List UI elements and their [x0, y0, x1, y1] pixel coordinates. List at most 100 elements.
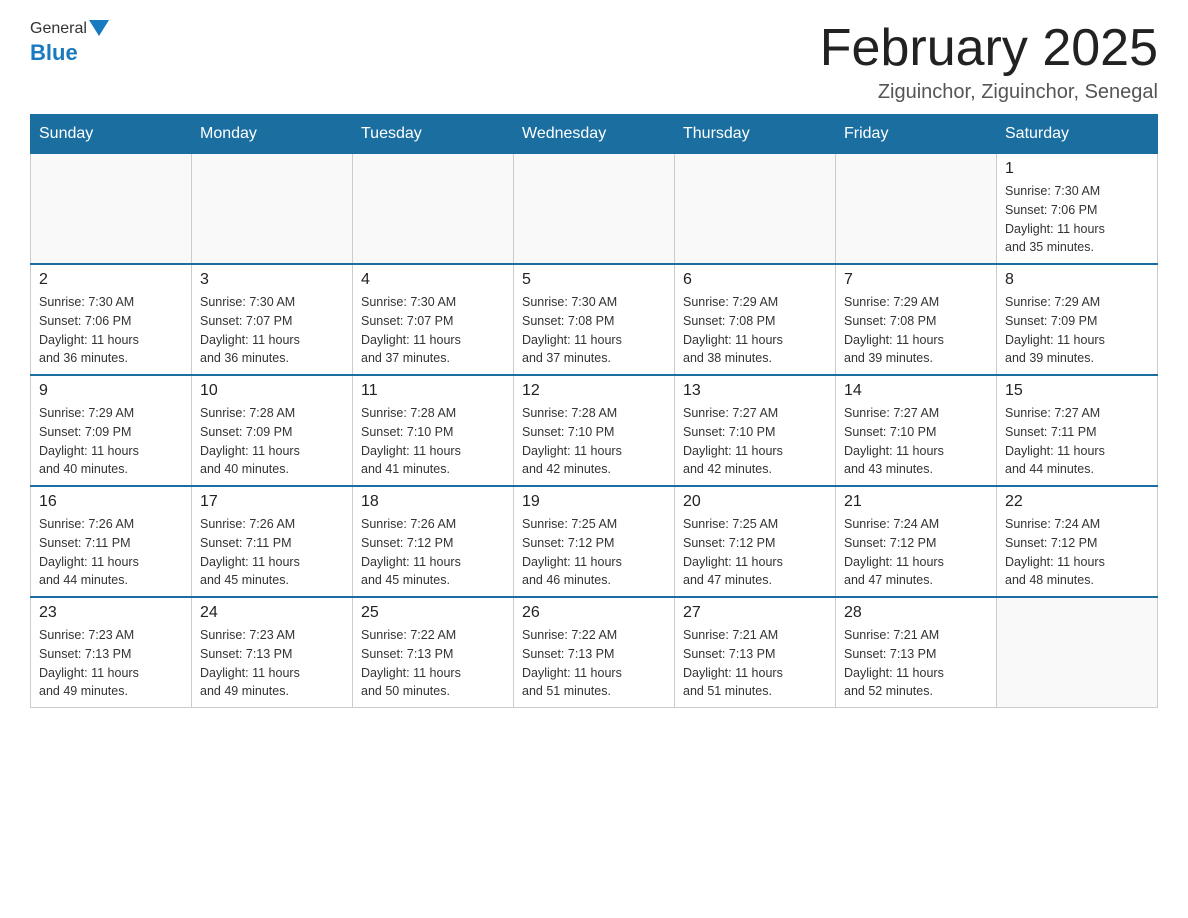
table-row: 24 Sunrise: 7:23 AMSunset: 7:13 PMDayligh…: [192, 597, 353, 708]
day-info: Sunrise: 7:29 AMSunset: 7:08 PMDaylight:…: [683, 293, 827, 368]
day-number: 10: [200, 382, 344, 400]
day-number: 11: [361, 382, 505, 400]
day-number: 8: [1005, 271, 1149, 289]
table-row: 26 Sunrise: 7:22 AMSunset: 7:13 PMDayligh…: [514, 597, 675, 708]
logo-triangle-icon: [89, 20, 109, 36]
table-row: 21 Sunrise: 7:24 AMSunset: 7:12 PMDayligh…: [836, 486, 997, 597]
day-number: 9: [39, 382, 183, 400]
day-info: Sunrise: 7:27 AMSunset: 7:10 PMDaylight:…: [844, 404, 988, 479]
calendar-week-row: 23 Sunrise: 7:23 AMSunset: 7:13 PMDayligh…: [31, 597, 1158, 708]
table-row: 20 Sunrise: 7:25 AMSunset: 7:12 PMDayligh…: [675, 486, 836, 597]
day-number: 20: [683, 493, 827, 511]
day-info: Sunrise: 7:27 AMSunset: 7:11 PMDaylight:…: [1005, 404, 1149, 479]
day-info: Sunrise: 7:26 AMSunset: 7:11 PMDaylight:…: [39, 515, 183, 590]
day-number: 28: [844, 604, 988, 622]
calendar-table: Sunday Monday Tuesday Wednesday Thursday…: [30, 114, 1158, 708]
day-number: 17: [200, 493, 344, 511]
calendar-week-row: 2 Sunrise: 7:30 AMSunset: 7:06 PMDaylight…: [31, 264, 1158, 375]
month-title: February 2025: [820, 20, 1158, 77]
table-row: 17Sunrise: 7:26 AMSunset: 7:11 PMDayligh…: [192, 486, 353, 597]
day-number: 25: [361, 604, 505, 622]
table-row: 3 Sunrise: 7:30 AMSunset: 7:07 PMDaylight…: [192, 264, 353, 375]
logo-blue-text: Blue: [30, 40, 78, 66]
col-tuesday: Tuesday: [353, 115, 514, 154]
day-number: 7: [844, 271, 988, 289]
calendar-week-row: 16 Sunrise: 7:26 AMSunset: 7:11 PMDayligh…: [31, 486, 1158, 597]
day-info: Sunrise: 7:28 AMSunset: 7:09 PMDaylight:…: [200, 404, 344, 479]
day-info: Sunrise: 7:26 AMSunset: 7:12 PMDaylight:…: [361, 515, 505, 590]
col-monday: Monday: [192, 115, 353, 154]
col-sunday: Sunday: [31, 115, 192, 154]
table-row: [192, 154, 353, 265]
col-friday: Friday: [836, 115, 997, 154]
day-number: 23: [39, 604, 183, 622]
day-info: Sunrise: 7:28 AMSunset: 7:10 PMDaylight:…: [522, 404, 666, 479]
location: Ziguinchor, Ziguinchor, Senegal: [820, 81, 1158, 104]
logo: General Blue: [30, 20, 111, 66]
table-row: 10 Sunrise: 7:28 AMSunset: 7:09 PMDayligh…: [192, 375, 353, 486]
table-row: [353, 154, 514, 265]
calendar-header-row: Sunday Monday Tuesday Wednesday Thursday…: [31, 115, 1158, 154]
table-row: 4 Sunrise: 7:30 AMSunset: 7:07 PMDaylight…: [353, 264, 514, 375]
day-info: Sunrise: 7:23 AMSunset: 7:13 PMDaylight:…: [39, 626, 183, 701]
table-row: 8 Sunrise: 7:29 AMSunset: 7:09 PMDaylight…: [997, 264, 1158, 375]
logo-general-text: General: [30, 20, 87, 38]
day-info: Sunrise: 7:22 AMSunset: 7:13 PMDaylight:…: [522, 626, 666, 701]
page-header: General Blue February 2025 Ziguinchor, Z…: [30, 20, 1158, 104]
day-number: 16: [39, 493, 183, 511]
table-row: 18 Sunrise: 7:26 AMSunset: 7:12 PMDayligh…: [353, 486, 514, 597]
title-area: February 2025 Ziguinchor, Ziguinchor, Se…: [820, 20, 1158, 104]
day-number: 2: [39, 271, 183, 289]
table-row: [514, 154, 675, 265]
day-info: Sunrise: 7:25 AMSunset: 7:12 PMDaylight:…: [683, 515, 827, 590]
table-row: 28 Sunrise: 7:21 AMSunset: 7:13 PMDayligh…: [836, 597, 997, 708]
day-info: Sunrise: 7:28 AMSunset: 7:10 PMDaylight:…: [361, 404, 505, 479]
day-number: 21: [844, 493, 988, 511]
day-number: 5: [522, 271, 666, 289]
table-row: 19 Sunrise: 7:25 AMSunset: 7:12 PMDayligh…: [514, 486, 675, 597]
day-info: Sunrise: 7:21 AMSunset: 7:13 PMDaylight:…: [844, 626, 988, 701]
day-info: Sunrise: 7:22 AMSunset: 7:13 PMDaylight:…: [361, 626, 505, 701]
day-number: 4: [361, 271, 505, 289]
day-info: Sunrise: 7:24 AMSunset: 7:12 PMDaylight:…: [844, 515, 988, 590]
day-info: Sunrise: 7:29 AMSunset: 7:09 PMDaylight:…: [1005, 293, 1149, 368]
col-wednesday: Wednesday: [514, 115, 675, 154]
col-saturday: Saturday: [997, 115, 1158, 154]
table-row: 1 Sunrise: 7:30 AMSunset: 7:06 PMDaylight…: [997, 154, 1158, 265]
day-number: 13: [683, 382, 827, 400]
day-info: Sunrise: 7:30 AMSunset: 7:07 PMDaylight:…: [200, 293, 344, 368]
table-row: 7 Sunrise: 7:29 AMSunset: 7:08 PMDaylight…: [836, 264, 997, 375]
day-number: 15: [1005, 382, 1149, 400]
table-row: 15 Sunrise: 7:27 AMSunset: 7:11 PMDayligh…: [997, 375, 1158, 486]
table-row: 14Sunrise: 7:27 AMSunset: 7:10 PMDayligh…: [836, 375, 997, 486]
calendar-week-row: 9 Sunrise: 7:29 AMSunset: 7:09 PMDaylight…: [31, 375, 1158, 486]
table-row: 23 Sunrise: 7:23 AMSunset: 7:13 PMDayligh…: [31, 597, 192, 708]
table-row: [836, 154, 997, 265]
day-number: 19: [522, 493, 666, 511]
day-info: Sunrise: 7:30 AMSunset: 7:06 PMDaylight:…: [1005, 182, 1149, 257]
day-info: Sunrise: 7:23 AMSunset: 7:13 PMDaylight:…: [200, 626, 344, 701]
day-number: 3: [200, 271, 344, 289]
day-number: 12: [522, 382, 666, 400]
day-number: 6: [683, 271, 827, 289]
day-number: 24: [200, 604, 344, 622]
day-info: Sunrise: 7:29 AMSunset: 7:08 PMDaylight:…: [844, 293, 988, 368]
day-number: 27: [683, 604, 827, 622]
day-info: Sunrise: 7:29 AMSunset: 7:09 PMDaylight:…: [39, 404, 183, 479]
day-info: Sunrise: 7:30 AMSunset: 7:08 PMDaylight:…: [522, 293, 666, 368]
table-row: 6 Sunrise: 7:29 AMSunset: 7:08 PMDaylight…: [675, 264, 836, 375]
day-number: 1: [1005, 160, 1149, 178]
table-row: 25 Sunrise: 7:22 AMSunset: 7:13 PMDayligh…: [353, 597, 514, 708]
col-thursday: Thursday: [675, 115, 836, 154]
day-info: Sunrise: 7:25 AMSunset: 7:12 PMDaylight:…: [522, 515, 666, 590]
day-number: 18: [361, 493, 505, 511]
table-row: [997, 597, 1158, 708]
table-row: 22Sunrise: 7:24 AMSunset: 7:12 PMDayligh…: [997, 486, 1158, 597]
table-row: 2 Sunrise: 7:30 AMSunset: 7:06 PMDaylight…: [31, 264, 192, 375]
table-row: 11 Sunrise: 7:28 AMSunset: 7:10 PMDayligh…: [353, 375, 514, 486]
day-info: Sunrise: 7:30 AMSunset: 7:06 PMDaylight:…: [39, 293, 183, 368]
table-row: 5 Sunrise: 7:30 AMSunset: 7:08 PMDaylight…: [514, 264, 675, 375]
day-info: Sunrise: 7:30 AMSunset: 7:07 PMDaylight:…: [361, 293, 505, 368]
calendar-week-row: 1 Sunrise: 7:30 AMSunset: 7:06 PMDaylight…: [31, 154, 1158, 265]
day-number: 26: [522, 604, 666, 622]
